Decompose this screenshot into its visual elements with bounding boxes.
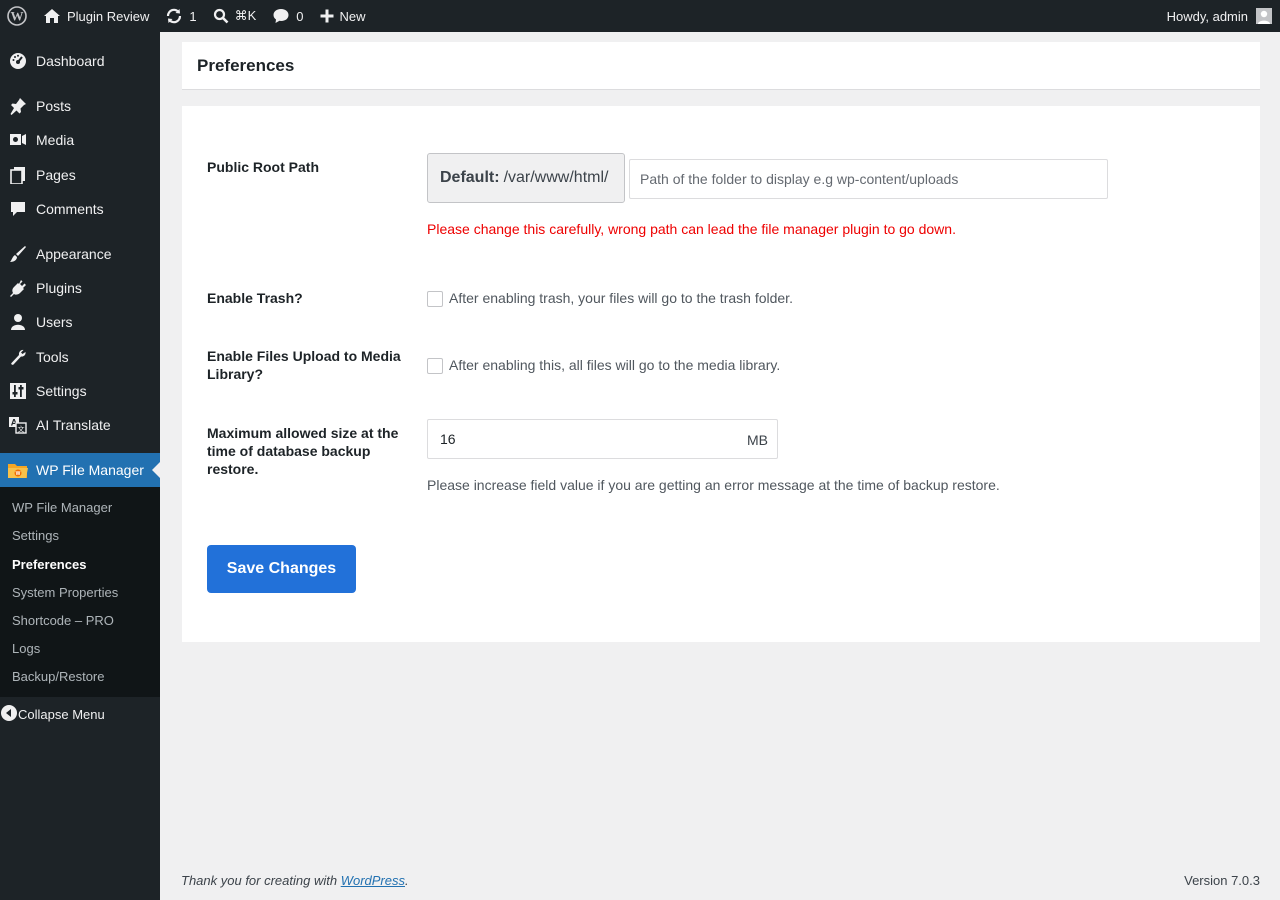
sidebar-item-label: Users: [36, 314, 73, 330]
footer-thanks: Thank you for creating with WordPress.: [181, 873, 409, 888]
svg-text:文: 文: [18, 425, 25, 434]
sidebar-item-label: Settings: [36, 383, 87, 399]
submenu-item-backup-restore[interactable]: Backup/Restore: [12, 669, 105, 684]
sidebar-item-label: Tools: [36, 349, 69, 365]
sidebar-item-label: Plugins: [36, 280, 82, 296]
translate-icon: A文: [0, 416, 36, 434]
sidebar-item-plugins[interactable]: Plugins: [0, 271, 160, 305]
greeting: Howdy, admin: [1166, 8, 1248, 24]
sidebar-item-label: Dashboard: [36, 53, 105, 69]
collapse-menu-label: Collapse Menu: [18, 706, 105, 722]
sidebar-item-label: Appearance: [36, 246, 112, 262]
sidebar-item-users[interactable]: Users: [0, 305, 160, 339]
wordpress-logo-button[interactable]: W: [0, 0, 35, 32]
sidebar-item-label: AI Translate: [36, 417, 111, 433]
preferences-form: Public Root Path Default: /var/www/html/…: [182, 106, 1260, 642]
avatar: [1256, 8, 1272, 24]
media-upload-label: Enable Files Upload to Media Library?: [207, 348, 401, 382]
search-shortcut-button[interactable]: ⌘K: [205, 0, 265, 32]
wordpress-logo-icon: W: [7, 6, 27, 26]
refresh-icon: [165, 7, 183, 25]
page-header: Preferences: [182, 42, 1260, 90]
default-path-box: Default: /var/www/html/: [427, 153, 625, 203]
sidebar-item-comments[interactable]: Comments: [0, 192, 160, 226]
root-path-warning: Please change this carefully, wrong path…: [427, 221, 956, 237]
sidebar-item-label: Pages: [36, 167, 76, 183]
sidebar-item-settings[interactable]: Settings: [0, 374, 160, 408]
media-upload-checkbox[interactable]: [427, 358, 443, 374]
submenu-item-system-properties[interactable]: System Properties: [12, 585, 118, 600]
updates-count: 1: [189, 8, 197, 24]
sidebar-item-appearance[interactable]: Appearance: [0, 237, 160, 271]
file-manager-submenu: WP File Manager Settings Preferences Sys…: [0, 487, 160, 697]
dashboard-gauge-icon: [0, 52, 36, 70]
collapse-arrow-icon: [0, 704, 18, 725]
site-name: Plugin Review: [67, 8, 150, 24]
root-path-input[interactable]: [629, 159, 1108, 199]
root-path-label: Public Root Path: [207, 159, 319, 175]
home-icon: [43, 8, 61, 24]
enable-trash-label: Enable Trash?: [207, 290, 303, 306]
enable-trash-description: After enabling trash, your files will go…: [449, 290, 793, 306]
max-size-hint: Please increase field value if you are g…: [427, 477, 1000, 493]
submenu-item-wp-file-manager[interactable]: WP File Manager: [12, 500, 112, 515]
comment-bubble-icon: [0, 200, 36, 218]
footer-version: Version 7.0.3: [1184, 873, 1260, 888]
search-icon: [213, 8, 229, 24]
enable-trash-checkbox[interactable]: [427, 291, 443, 307]
sidebar-item-label: WP File Manager: [36, 462, 144, 478]
file-manager-folder-icon: W: [0, 461, 36, 479]
sidebar-item-label: Comments: [36, 201, 104, 217]
user-icon: [0, 313, 36, 331]
media-upload-description: After enabling this, all files will go t…: [449, 357, 781, 373]
admin-bar: W Plugin Review 1 ⌘K 0 New Howdy, admin: [0, 0, 1280, 32]
sidebar-item-ai-translate[interactable]: A文 AI Translate: [0, 408, 160, 442]
site-name-link[interactable]: Plugin Review: [35, 0, 157, 32]
plus-icon: [320, 9, 334, 23]
sidebar-item-pages[interactable]: Pages: [0, 158, 160, 192]
max-size-label: Maximum allowed size at the time of data…: [207, 425, 399, 477]
submenu-item-preferences[interactable]: Preferences: [12, 557, 86, 572]
max-size-input[interactable]: [428, 420, 728, 458]
plugin-plug-icon: [0, 279, 36, 297]
sidebar-item-media[interactable]: Media: [0, 123, 160, 157]
max-size-field: MB: [427, 419, 778, 459]
comments-count: 0: [296, 8, 304, 24]
submenu-item-settings[interactable]: Settings: [12, 528, 59, 543]
submenu-item-shortcode-pro[interactable]: Shortcode – PRO: [12, 613, 114, 628]
sidebar-item-label: Media: [36, 132, 75, 148]
sidebar-item-label: Posts: [36, 98, 72, 114]
search-shortcut-label: ⌘K: [234, 8, 257, 23]
save-changes-button[interactable]: Save Changes: [207, 545, 356, 593]
default-path-prefix: Default:: [440, 169, 500, 186]
max-size-unit: MB: [747, 432, 768, 448]
media-camera-icon: [0, 131, 36, 149]
account-menu[interactable]: Howdy, admin: [1159, 0, 1280, 32]
sidebar-item-dashboard[interactable]: Dashboard: [0, 44, 160, 78]
page-title: Preferences: [197, 56, 295, 75]
default-path-value: /var/www/html/: [503, 169, 609, 186]
wrench-icon: [0, 348, 36, 366]
collapse-menu-button[interactable]: Collapse Menu: [0, 697, 160, 731]
footer-period: .: [405, 873, 409, 888]
new-content-button[interactable]: New: [312, 0, 374, 32]
active-menu-indicator: [152, 462, 160, 478]
updates-link[interactable]: 1: [157, 0, 204, 32]
submenu-item-logs[interactable]: Logs: [12, 641, 40, 656]
footer-thanks-text: Thank you for creating with: [181, 873, 338, 888]
admin-sidebar: Dashboard Posts Media Pages Comments App…: [0, 32, 160, 900]
sidebar-item-tools[interactable]: Tools: [0, 340, 160, 374]
new-label: New: [339, 8, 366, 24]
settings-sliders-icon: [0, 382, 36, 400]
sidebar-item-wp-file-manager[interactable]: W WP File Manager: [0, 453, 160, 487]
sidebar-item-posts[interactable]: Posts: [0, 89, 160, 123]
pages-icon: [0, 166, 36, 184]
pushpin-icon: [0, 97, 36, 115]
paintbrush-icon: [0, 245, 36, 263]
comments-link[interactable]: 0: [264, 0, 311, 32]
svg-text:W: W: [11, 9, 24, 24]
svg-text:W: W: [16, 471, 21, 477]
comment-bubble-icon: [272, 8, 290, 24]
wordpress-link[interactable]: WordPress: [341, 873, 405, 888]
